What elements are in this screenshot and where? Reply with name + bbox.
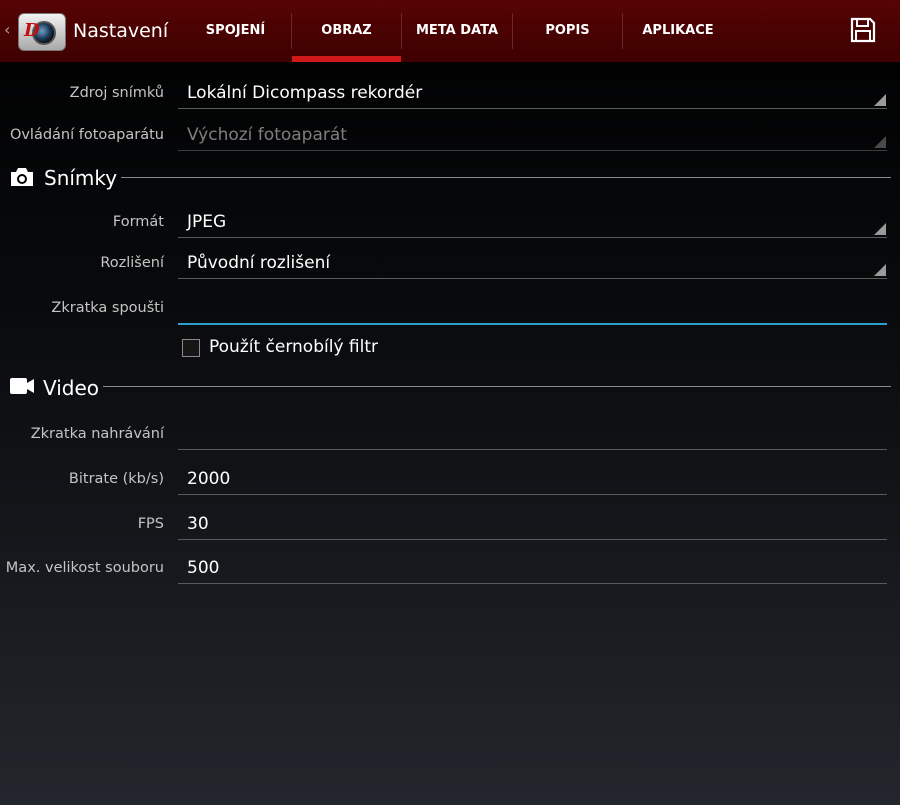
dropdown-caret-icon xyxy=(874,136,886,148)
section-divider xyxy=(103,386,891,387)
format-label: Formát xyxy=(112,214,164,230)
tab-obraz[interactable]: OBRAZ xyxy=(292,0,401,62)
camera-icon xyxy=(11,168,33,186)
video-camera-icon xyxy=(10,378,34,394)
camera-control-select: Výchozí fotoaparát xyxy=(178,122,887,151)
section-title-video: Video xyxy=(43,376,100,400)
page-title: Nastavení xyxy=(73,20,169,42)
fps-label: FPS xyxy=(137,516,164,532)
tab-popis[interactable]: POPIS xyxy=(513,0,622,62)
dropdown-caret-icon xyxy=(874,264,886,276)
max-file-size-value: 500 xyxy=(187,558,220,578)
dropdown-caret-icon xyxy=(874,94,886,106)
max-file-size-label: Max. velikost souboru xyxy=(5,560,164,576)
shutter-shortcut-label: Zkratka spoušti xyxy=(51,300,164,316)
bitrate-label: Bitrate (kb/s) xyxy=(68,471,164,487)
back-chevron-icon[interactable]: ‹ xyxy=(4,20,10,39)
section-title-photos: Snímky xyxy=(44,166,118,190)
camera-control-label: Ovládání fotoaparátu xyxy=(9,127,164,143)
action-bar: ‹ D Nastavení SPOJENÍ OBRAZ META DATA PO… xyxy=(0,0,900,62)
resolution-value: Původní rozlišení xyxy=(187,253,331,273)
resolution-label: Rozlišení xyxy=(100,255,164,271)
source-value: Lokální Dicompass rekordér xyxy=(187,83,423,103)
bw-filter-label[interactable]: Použít černobílý filtr xyxy=(209,337,378,357)
dropdown-caret-icon xyxy=(874,223,886,235)
source-select[interactable]: Lokální Dicompass rekordér xyxy=(178,80,887,109)
format-value: JPEG xyxy=(187,212,227,232)
save-icon[interactable] xyxy=(849,16,877,44)
camera-control-value: Výchozí fotoaparát xyxy=(187,125,347,145)
tab-spojeni[interactable]: SPOJENÍ xyxy=(180,0,291,62)
resolution-select[interactable]: Původní rozlišení xyxy=(178,250,887,279)
fps-input[interactable]: 30 xyxy=(178,511,887,540)
bitrate-value: 2000 xyxy=(187,469,231,489)
record-shortcut-label: Zkratka nahrávání xyxy=(30,426,164,442)
max-file-size-input[interactable]: 500 xyxy=(178,555,887,584)
bw-filter-checkbox[interactable] xyxy=(182,339,200,357)
shutter-shortcut-input[interactable] xyxy=(178,295,887,325)
fps-value: 30 xyxy=(187,514,209,534)
logo-mark: D xyxy=(24,20,40,41)
record-shortcut-input[interactable] xyxy=(178,421,887,450)
app-logo-icon[interactable]: D xyxy=(18,13,66,51)
source-label: Zdroj snímků xyxy=(69,85,164,101)
section-divider xyxy=(121,177,891,178)
format-select[interactable]: JPEG xyxy=(178,209,887,238)
tab-meta-data[interactable]: META DATA xyxy=(402,0,512,62)
tab-aplikace[interactable]: APLIKACE xyxy=(623,0,733,62)
bitrate-input[interactable]: 2000 xyxy=(178,466,887,495)
